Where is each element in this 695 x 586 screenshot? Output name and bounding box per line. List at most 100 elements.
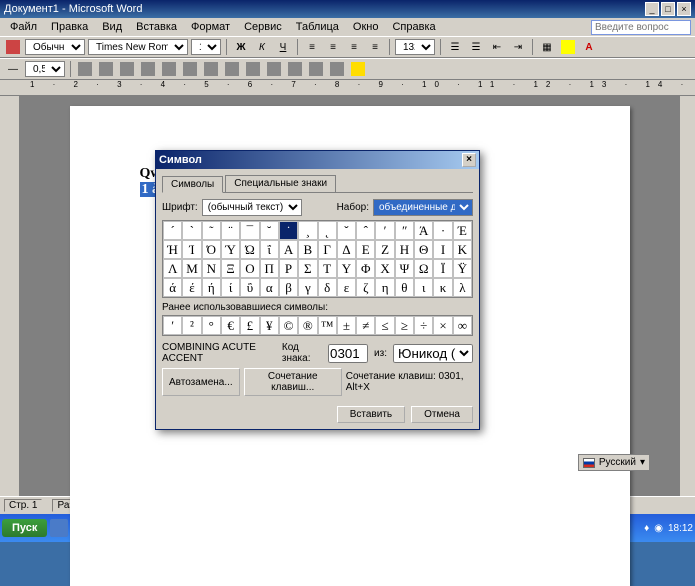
tb-icon-3[interactable] [118, 60, 136, 78]
style-dropdown-icon[interactable] [4, 38, 22, 56]
cancel-button[interactable]: Отмена [411, 406, 473, 423]
tb-icon-12[interactable] [307, 60, 325, 78]
char-cell[interactable]: κ [433, 278, 452, 297]
char-cell[interactable]: ˇ [337, 221, 356, 240]
align-justify-button[interactable]: ≡ [366, 38, 384, 56]
autocorrect-button[interactable]: Автозамена... [162, 368, 240, 396]
help-question-input[interactable] [591, 20, 691, 35]
recent-cell[interactable]: ÷ [414, 316, 433, 335]
char-cell[interactable]: η [375, 278, 394, 297]
char-cell[interactable]: θ [395, 278, 414, 297]
char-cell[interactable]: Λ [163, 259, 182, 278]
menu-window[interactable]: Окно [347, 20, 385, 34]
char-cell[interactable]: ˆ [356, 221, 375, 240]
system-tray[interactable]: ♦ ◉ 18:12 [644, 523, 693, 534]
tb-icon-11[interactable] [286, 60, 304, 78]
char-cell[interactable]: β [279, 278, 298, 297]
char-cell[interactable]: ` [182, 221, 201, 240]
italic-button[interactable]: К [253, 38, 271, 56]
char-cell[interactable]: Ο [240, 259, 259, 278]
char-cell[interactable]: ʺ [395, 221, 414, 240]
recent-cell[interactable]: ≤ [375, 316, 394, 335]
char-cell[interactable]: Ή [163, 240, 182, 259]
char-cell[interactable]: ¯ [240, 221, 259, 240]
borders-button[interactable]: ▦ [538, 38, 556, 56]
char-cell[interactable]: ʹ [375, 221, 394, 240]
char-cell[interactable]: έ [182, 278, 201, 297]
close-button[interactable]: × [677, 2, 691, 16]
recent-cell[interactable]: © [279, 316, 298, 335]
tb-icon-4[interactable] [139, 60, 157, 78]
tb-icon-1[interactable] [76, 60, 94, 78]
align-right-button[interactable]: ≡ [345, 38, 363, 56]
recent-cell[interactable]: ° [202, 316, 221, 335]
char-cell[interactable]: Κ [453, 240, 472, 259]
char-cell[interactable]: Ρ [279, 259, 298, 278]
char-cell[interactable]: · [433, 221, 452, 240]
char-cell[interactable]: Α [279, 240, 298, 259]
char-cell[interactable]: Ψ [395, 259, 414, 278]
char-cell[interactable]: Ω [414, 259, 433, 278]
char-cell[interactable]: δ [318, 278, 337, 297]
dialog-font-select[interactable]: (обычный текст) [202, 199, 302, 216]
char-cell[interactable]: Ζ [375, 240, 394, 259]
recent-cell[interactable]: ≠ [356, 316, 375, 335]
char-cell[interactable]: Ξ [221, 259, 240, 278]
char-cell[interactable]: Ό [202, 240, 221, 259]
dialog-set-select[interactable]: объединенные диакр. знаки [373, 199, 473, 216]
highlight-button[interactable] [559, 38, 577, 56]
numbering-button[interactable]: ☰ [446, 38, 464, 56]
char-cell[interactable]: ΰ [240, 278, 259, 297]
char-cell[interactable]: Ϊ [433, 259, 452, 278]
char-cell[interactable]: ˙ [279, 221, 298, 240]
font-color-button[interactable]: A [580, 38, 598, 56]
quicklaunch-1[interactable] [50, 519, 68, 537]
char-cell[interactable]: ι [414, 278, 433, 297]
char-cell[interactable]: Ϋ [453, 259, 472, 278]
tb-icon-8[interactable] [223, 60, 241, 78]
bullets-button[interactable]: ☰ [467, 38, 485, 56]
char-cell[interactable]: ή [202, 278, 221, 297]
char-cell[interactable]: Ώ [240, 240, 259, 259]
char-cell[interactable]: ά [163, 278, 182, 297]
recent-cell[interactable]: ′ [163, 316, 182, 335]
recent-cell[interactable]: ² [182, 316, 201, 335]
vertical-ruler[interactable] [0, 96, 20, 496]
char-cell[interactable]: γ [298, 278, 317, 297]
tab-symbols[interactable]: Символы [162, 176, 223, 193]
tray-icon-1[interactable]: ♦ [644, 523, 649, 534]
maximize-button[interactable]: □ [661, 2, 675, 16]
tb-icon-5[interactable] [160, 60, 178, 78]
recent-grid[interactable]: ′²°€£¥©®™±≠≤≥÷×∞ [162, 315, 473, 336]
recent-cell[interactable]: ∞ [453, 316, 472, 335]
character-grid[interactable]: ´`˜¨¯˘˙¸˛ˇˆʹʺΆ·ΈΉΊΌΎΏΐΑΒΓΔΕΖΗΘΙΚΛΜΝΞΟΠΡΣ… [162, 220, 473, 298]
underline-button[interactable]: Ч [274, 38, 292, 56]
dialog-close-button[interactable]: × [462, 153, 476, 167]
decrease-indent-button[interactable]: ⇤ [488, 38, 506, 56]
recent-cell[interactable]: £ [240, 316, 259, 335]
char-cell[interactable]: Χ [375, 259, 394, 278]
menu-help[interactable]: Справка [386, 20, 441, 34]
menu-view[interactable]: Вид [96, 20, 128, 34]
indent-select[interactable]: 0,5 [25, 61, 65, 77]
align-center-button[interactable]: ≡ [324, 38, 342, 56]
char-cell[interactable]: ¨ [221, 221, 240, 240]
char-cell[interactable]: Ύ [221, 240, 240, 259]
recent-cell[interactable]: ™ [318, 316, 337, 335]
char-cell[interactable]: ´ [163, 221, 182, 240]
minimize-button[interactable]: _ [645, 2, 659, 16]
char-cell[interactable]: Μ [182, 259, 201, 278]
language-indicator[interactable]: Русский ▾ [578, 454, 650, 471]
lang-dropdown-icon[interactable]: ▾ [640, 457, 645, 468]
char-cell[interactable]: Τ [318, 259, 337, 278]
char-cell[interactable]: Ε [356, 240, 375, 259]
char-cell[interactable]: Θ [414, 240, 433, 259]
increase-indent-button[interactable]: ⇥ [509, 38, 527, 56]
char-cell[interactable]: ¸ [298, 221, 317, 240]
tb-icon-13[interactable] [328, 60, 346, 78]
char-cell[interactable]: Ί [182, 240, 201, 259]
tab-special[interactable]: Специальные знаки [225, 175, 336, 192]
char-cell[interactable]: α [260, 278, 279, 297]
char-cell[interactable]: ε [337, 278, 356, 297]
char-cell[interactable]: ζ [356, 278, 375, 297]
